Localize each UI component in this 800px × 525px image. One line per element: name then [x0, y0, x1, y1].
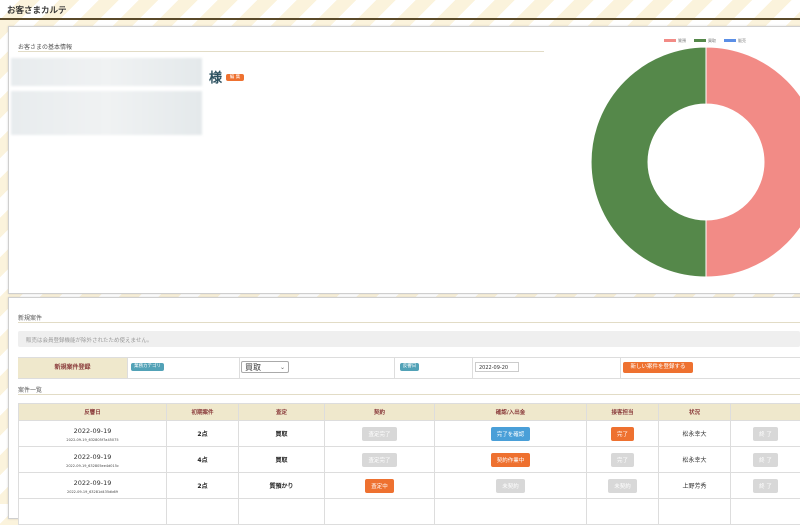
- action-cell: 終 了: [731, 447, 800, 473]
- legend-label-sales: 販売: [738, 38, 746, 44]
- customer-name-redacted: [11, 58, 202, 86]
- contract-status-button[interactable]: 査定完了: [362, 427, 396, 441]
- staff-cell: 未契約: [587, 473, 659, 499]
- edit-button[interactable]: 編 集: [226, 74, 244, 81]
- col-header-confirm: 確認/入出金: [435, 404, 587, 421]
- col-header-contract: 契約: [325, 404, 435, 421]
- basic-info-heading: お客さまの基本情報: [18, 42, 72, 51]
- confirm-button[interactable]: 契約作業中: [491, 453, 531, 467]
- new-case-heading: 新規案件: [18, 313, 42, 322]
- end-button[interactable]: 終 了: [753, 479, 778, 493]
- assess-cell: 質預かり: [239, 473, 325, 499]
- confirm-button[interactable]: 未契約: [496, 479, 525, 493]
- chevron-down-icon: ⌄: [280, 362, 285, 374]
- points-cell: 2点: [167, 421, 239, 447]
- staff-complete-button[interactable]: 未契約: [608, 479, 637, 493]
- date-text: 2022-09-19: [19, 479, 166, 487]
- confirm-button[interactable]: 完了を確認: [491, 427, 531, 441]
- confirm-cell: 完了を確認: [435, 421, 587, 447]
- col-header-status: 状況: [659, 404, 731, 421]
- category-badge: 業務カテゴリ: [131, 363, 164, 371]
- case-table: 反響日 初期案件 査定 契約 確認/入出金 接客担当 状況 2022-09-19…: [18, 403, 800, 525]
- contract-cell: 査定完了: [325, 421, 435, 447]
- divider: [18, 51, 544, 52]
- contract-cell: 査定中: [325, 473, 435, 499]
- divider: [18, 394, 800, 395]
- end-button[interactable]: 終 了: [753, 453, 778, 467]
- date-cell: 2022-09-19 2022-09-19_63281d435db69: [19, 473, 167, 499]
- case-list-heading: 案件一覧: [18, 385, 42, 394]
- table-row[interactable]: 2022-09-19 2022-09-19_632805ee4d015c 4点 買…: [19, 447, 800, 473]
- case-id-text: 2022-09-19_632805ee4d015c: [19, 464, 166, 468]
- col-header-action: [731, 404, 800, 421]
- staff-cell: 完了: [587, 421, 659, 447]
- table-row[interactable]: 2022-09-19 2022-09-19_63281d435db69 2点 質預…: [19, 473, 800, 499]
- date-badge: 反響日: [400, 363, 419, 371]
- response-date-input[interactable]: 2022-09-20: [475, 362, 519, 372]
- points-cell: 2点: [167, 473, 239, 499]
- case-id-text: 2022-09-19_63281d435db69: [19, 490, 166, 494]
- status-cell: 上野芳秀: [659, 473, 731, 499]
- points-cell: 4点: [167, 447, 239, 473]
- legend-label-purchase: 買取: [708, 38, 716, 44]
- confirm-cell: 未契約: [435, 473, 587, 499]
- end-button[interactable]: 終 了: [753, 427, 778, 441]
- legend-swatch-purchase: [694, 39, 706, 42]
- category-select-value: 買取: [245, 363, 261, 372]
- contract-status-button[interactable]: 査定中: [365, 479, 394, 493]
- table-row[interactable]: 2022-09-19 2022-09-19_632805f7a45075 2点 買…: [19, 421, 800, 447]
- register-case-button[interactable]: 新しい案件を登録する: [623, 362, 693, 373]
- legend-label-pawn: 質預: [678, 38, 686, 44]
- contract-cell: 査定完了: [325, 447, 435, 473]
- window-titlebar: お客さまカルテ: [0, 0, 800, 20]
- action-cell: 終 了: [731, 421, 800, 447]
- confirm-cell: 契約作業中: [435, 447, 587, 473]
- staff-complete-button[interactable]: 完了: [611, 427, 634, 441]
- date-text: 2022-09-19: [19, 453, 166, 461]
- page-title: お客さまカルテ: [7, 4, 67, 16]
- notice-text: 販売は会員登録機能が除外されたため使えません。: [26, 336, 152, 344]
- category-select[interactable]: 買取 ⌄: [241, 361, 289, 373]
- honorific: 様: [209, 67, 222, 86]
- status-cell: 松永幸大: [659, 421, 731, 447]
- action-cell: 終 了: [731, 473, 800, 499]
- case-id-text: 2022-09-19_632805f7a45075: [19, 438, 166, 442]
- sales-notice: 販売は会員登録機能が除外されたため使えません。: [18, 331, 800, 347]
- assess-cell: 買取: [239, 447, 325, 473]
- status-cell: 松永幸大: [659, 447, 731, 473]
- legend-swatch-sales: [724, 39, 736, 42]
- staff-complete-button[interactable]: 完了: [611, 453, 634, 467]
- col-header-initial: 初期案件: [167, 404, 239, 421]
- contract-status-button[interactable]: 査定完了: [362, 453, 396, 467]
- col-header-date: 反響日: [19, 404, 167, 421]
- date-text: 2022-09-19: [19, 427, 166, 435]
- col-header-staff: 接客担当: [587, 404, 659, 421]
- table-row[interactable]: [19, 499, 800, 525]
- table-header-row: 反響日 初期案件 査定 契約 確認/入出金 接客担当 状況: [19, 404, 800, 421]
- date-cell: 2022-09-19 2022-09-19_632805ee4d015c: [19, 447, 167, 473]
- new-case-label: 新規案件登録: [18, 358, 127, 378]
- date-cell: 2022-09-19 2022-09-19_632805f7a45075: [19, 421, 167, 447]
- divider: [18, 322, 800, 323]
- legend-swatch-pawn: [664, 39, 676, 42]
- staff-cell: 完了: [587, 447, 659, 473]
- assess-cell: 買取: [239, 421, 325, 447]
- col-header-assess: 査定: [239, 404, 325, 421]
- customer-details-redacted: [11, 91, 202, 135]
